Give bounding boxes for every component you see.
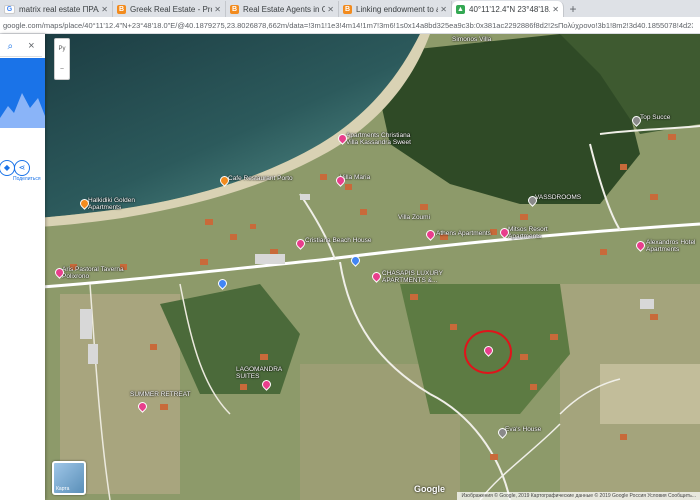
collapse-label[interactable]: – [55, 59, 69, 79]
browser-tab-2[interactable]: B Greek Real Estate - Property in G... ✕ [113, 1, 226, 17]
poi-label[interactable]: Villa Zoumi [398, 214, 430, 221]
left-panel: ⌕ × ◆ ⋖ Поделиться [0, 34, 45, 500]
language-toggle[interactable]: Ру – [54, 38, 70, 80]
close-icon[interactable]: ✕ [101, 5, 108, 14]
poi-label[interactable]: Alexandros Hotel Apartments [646, 239, 696, 253]
language-label[interactable]: Ру [55, 39, 69, 59]
field-area [600, 364, 700, 424]
highlight-circle [464, 330, 512, 374]
poi-label[interactable]: VASSDROOMS [535, 194, 581, 201]
url-text[interactable]: google.com/maps/place/40°11'12.4"N+23°48… [0, 21, 693, 30]
browser-tab-3[interactable]: B Real Estate Agents in Greece & C... ✕ [226, 1, 339, 17]
blogger-icon: B [343, 4, 352, 14]
poi-label[interactable]: Halkidiki Golden Apartments [88, 197, 135, 211]
poi-label[interactable]: Eva's House [505, 426, 541, 433]
close-icon[interactable]: ✕ [440, 5, 447, 14]
close-icon[interactable]: × [28, 40, 34, 52]
poi-label[interactable]: Apartments Christiana Villa Kassandra Sw… [346, 132, 411, 146]
poi-label[interactable]: CHASAPIS LUXURY APARTMENTS &... [382, 270, 443, 284]
close-icon[interactable]: ✕ [214, 5, 221, 14]
poi-label[interactable]: SUMMER RETREAT [130, 391, 191, 398]
search-icon[interactable]: ⌕ [7, 41, 13, 52]
browser-tab-5-active[interactable]: ▲ 40°11'12.4"N 23°48'18.0"E - Goo... ✕ [452, 1, 564, 17]
poi-label[interactable]: Cristiana Beach House [305, 237, 371, 244]
google-logo: Google [414, 484, 445, 494]
maps-icon: ▲ [456, 4, 465, 14]
poi-label[interactable]: Simonos Villa [452, 36, 491, 43]
tab-title: 40°11'12.4"N 23°48'18.0"E - Goo... [469, 4, 551, 14]
share-icon: ⋖ [14, 160, 30, 176]
poi-label[interactable]: Mitsos Resort Apartments [508, 226, 548, 240]
tab-title: Linking endowment to a profess... [356, 4, 438, 14]
browser-tab-4[interactable]: B Linking endowment to a profess... ✕ [339, 1, 452, 17]
tab-title: Real Estate Agents in Greece & C... [243, 4, 325, 14]
poi-label[interactable]: Aris Pastoral Taverna Polixrono [62, 266, 124, 280]
browser-tab-strip: G matrix real estate ΠΡΑΔΙΜΟΣ Α... ✕ B G… [0, 0, 700, 17]
layer-label: Карта [56, 486, 70, 492]
tab-title: matrix real estate ΠΡΑΔΙΜΟΣ Α... [19, 4, 99, 14]
close-icon[interactable]: ✕ [327, 5, 334, 14]
blogger-icon: B [117, 4, 126, 14]
browser-tab-1[interactable]: G matrix real estate ΠΡΑΔΙΜΟΣ Α... ✕ [0, 1, 113, 17]
new-tab-button[interactable]: + [564, 1, 582, 17]
tab-title: Greek Real Estate - Property in G... [130, 4, 212, 14]
poi-label[interactable]: Cafe Restaurant Porto [228, 175, 293, 182]
poi-label[interactable]: LAGOMANDRA SUITES [236, 366, 282, 380]
share-button[interactable]: ⋖ Поделиться [13, 160, 41, 182]
poi-label[interactable]: Athens Apartments [436, 230, 491, 237]
search-box[interactable]: ⌕ × [0, 36, 42, 57]
google-icon: G [4, 4, 15, 14]
satellite-map[interactable]: Simonos Villa Apartments Christiana Vill… [0, 34, 700, 500]
share-label: Поделиться [13, 176, 41, 182]
map-footer[interactable]: Изображения © Google, 2019 Картографичес… [457, 492, 700, 500]
layer-switcher[interactable]: Карта [52, 461, 86, 495]
photo-mountains [0, 93, 45, 128]
address-bar[interactable]: google.com/maps/place/40°11'12.4"N+23°48… [0, 17, 700, 34]
place-photo[interactable] [0, 58, 45, 128]
close-icon[interactable]: ✕ [552, 5, 559, 14]
poi-label[interactable]: Top Succe [640, 114, 670, 121]
blogger-icon: B [230, 4, 239, 14]
